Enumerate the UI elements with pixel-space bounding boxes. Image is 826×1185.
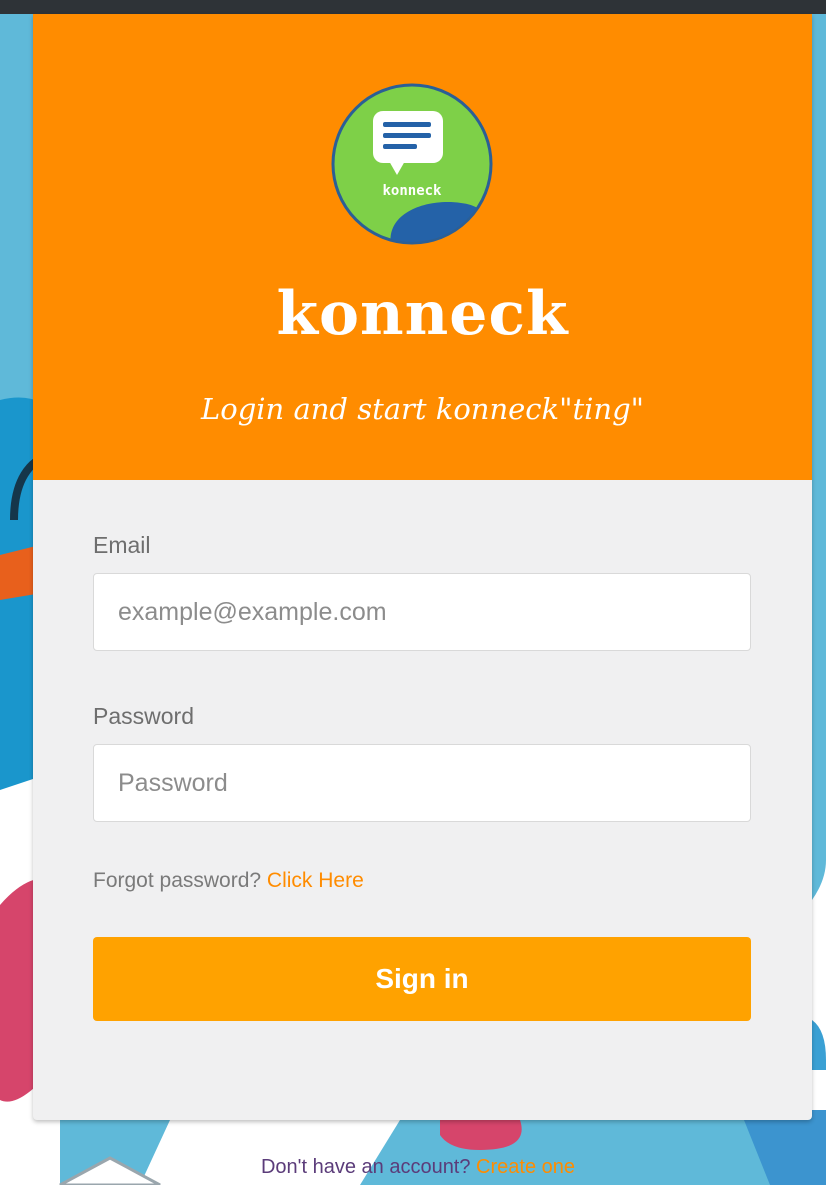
forgot-password-text: Forgot password?: [93, 869, 267, 892]
konneck-logo: konneck: [331, 83, 493, 245]
card-header: konneck konneck Login and start konneck"…: [33, 14, 812, 480]
signup-text: Don't have an account?: [260, 1156, 477, 1178]
brand-name: konneck: [276, 279, 569, 349]
login-card: konneck konneck Login and start konneck"…: [33, 14, 812, 1120]
password-input[interactable]: [93, 744, 751, 822]
forgot-password-link[interactable]: Click Here: [267, 869, 364, 892]
password-label: Password: [93, 703, 194, 729]
create-account-link[interactable]: Create one: [476, 1156, 575, 1178]
sign-in-button[interactable]: Sign in: [93, 937, 751, 1021]
signup-row: Don't have an account? Create one: [0, 1154, 826, 1180]
tagline: Login and start konneck"ting": [201, 392, 644, 426]
forgot-password-row: Forgot password? Click Here: [93, 868, 364, 894]
email-label: Email: [93, 532, 151, 558]
email-input[interactable]: [93, 573, 751, 651]
logo-wordmark: konneck: [382, 183, 442, 199]
